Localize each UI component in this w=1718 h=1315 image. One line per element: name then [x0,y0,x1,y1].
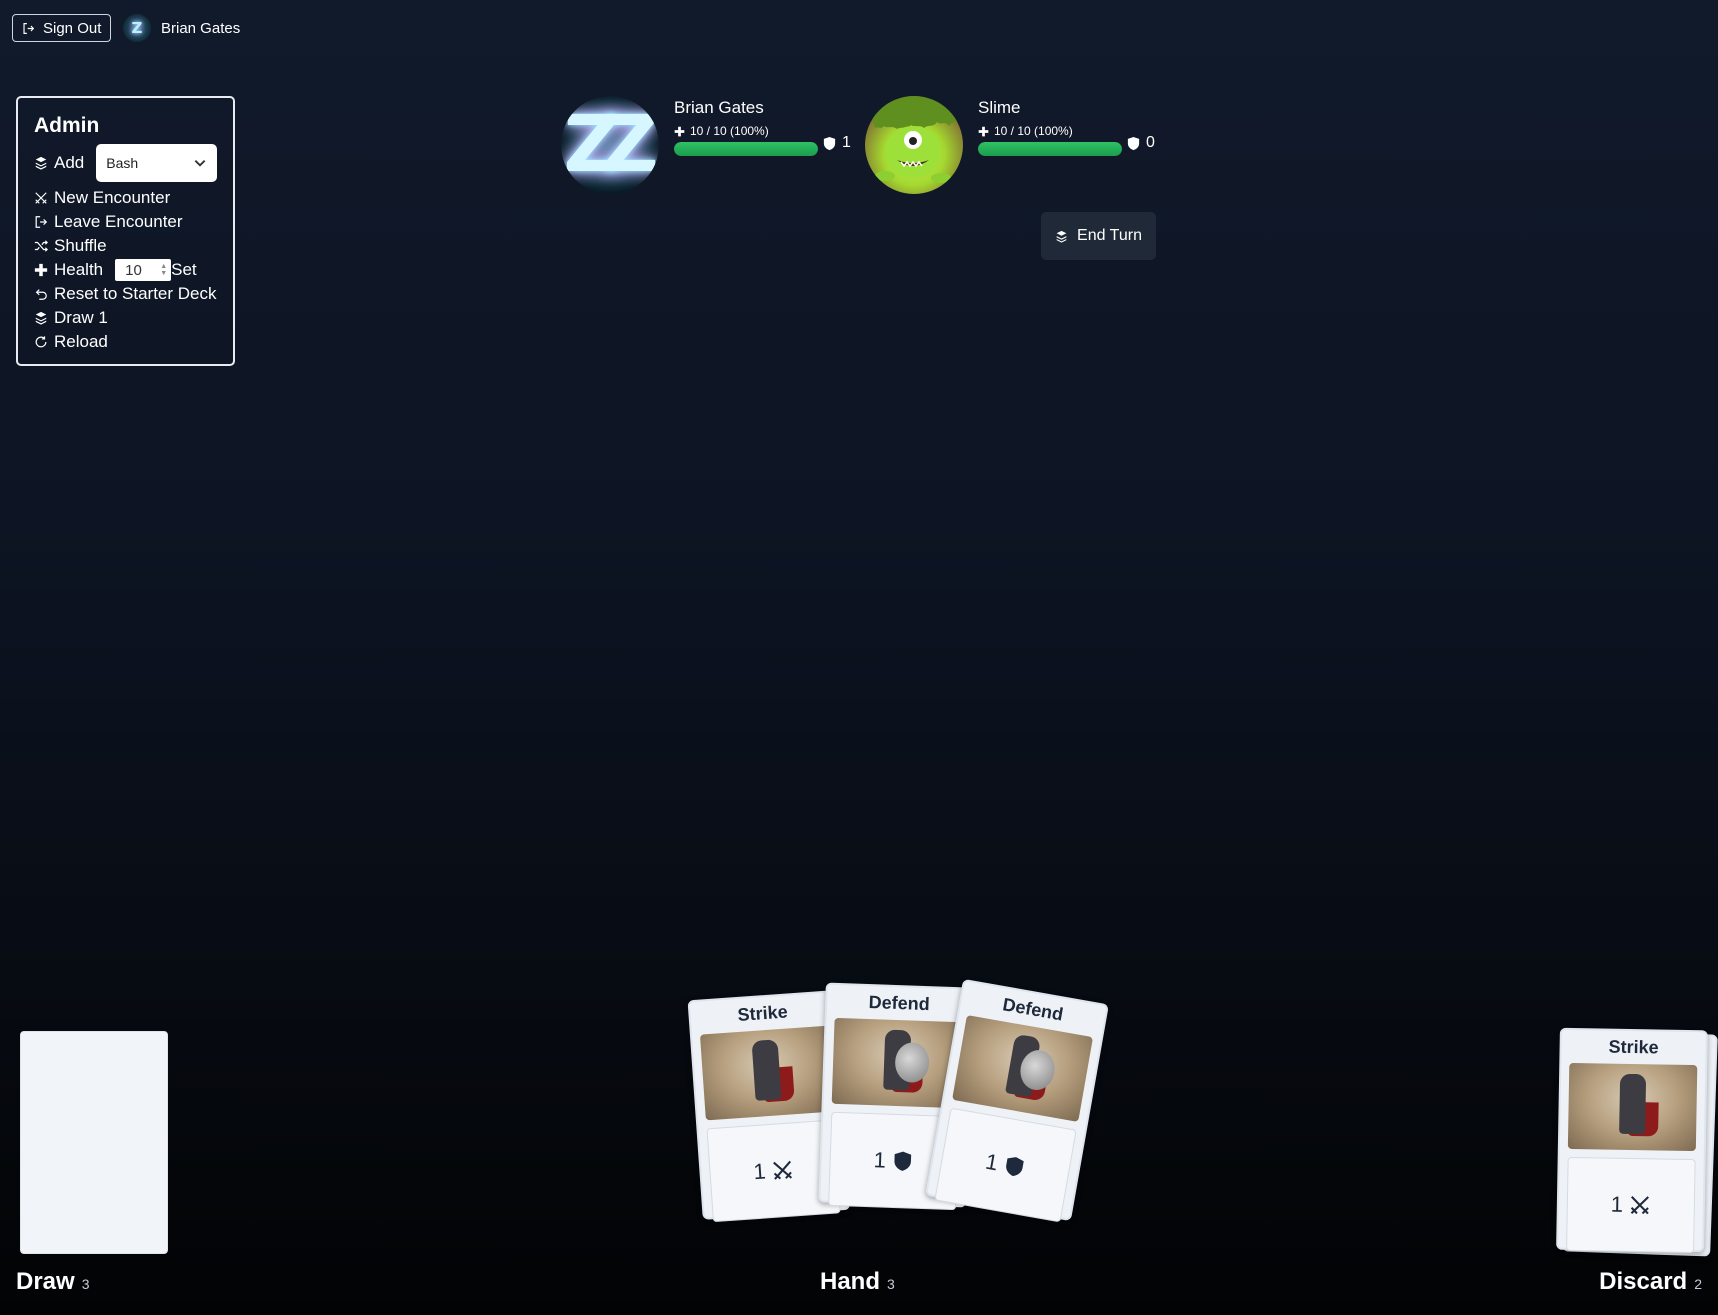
end-turn-button[interactable]: End Turn [1041,212,1156,260]
shield-icon [1127,136,1140,150]
player-block-value: 1 [842,134,851,151]
discard-pile-label: Discard 2 [1599,1268,1702,1296]
user-avatar: Z [123,14,151,42]
reset-deck-button[interactable]: Reset to Starter Deck [34,282,217,306]
card-cost: 1 [1610,1191,1624,1217]
draw-one-label: Draw 1 [54,308,108,327]
card-art [952,1015,1094,1122]
crossed-swords-icon [35,192,47,204]
health-input-value: 10 [125,261,142,279]
sign-out-button[interactable]: Sign Out [12,14,112,42]
admin-title: Admin [34,114,100,137]
user-badge[interactable]: Z Brian Gates [123,14,240,42]
discard-count: 2 [1694,1276,1702,1292]
card-title: Strike [736,1001,789,1025]
discard-pile-top[interactable]: Strike 1 [1556,1027,1708,1254]
leave-encounter-label: Leave Encounter [54,212,183,231]
stack-icon [1056,230,1067,243]
card-effect: 1 [1566,1156,1696,1254]
user-name: Brian Gates [161,19,241,37]
enemy-hp: 10 / 10 (100%) [978,124,1122,138]
card-cost: 1 [873,1147,887,1173]
enemy-health-fill [978,142,1122,156]
hand-label: Hand [820,1268,880,1295]
player-name: Brian Gates [674,98,764,117]
draw-count: 3 [81,1276,90,1292]
stack-icon [35,311,47,325]
end-turn-label: End Turn [1077,227,1142,244]
player-status: Brian Gates 10 / 10 (100%) [674,98,818,156]
draw-one-button[interactable]: Draw 1 [34,306,217,330]
enemy-block-value: 0 [1146,134,1155,151]
crossed-swords-icon [773,1160,793,1180]
shuffle-label: Shuffle [54,236,107,255]
new-encounter-button[interactable]: New Encounter [34,186,217,210]
enemy-block: 0 [1126,134,1155,152]
draw-pile-label: Draw 3 [16,1268,89,1296]
hand-count: 3 [887,1276,895,1292]
card-title: Strike [1608,1036,1659,1058]
undo-icon [35,289,47,300]
leave-encounter-button[interactable]: Leave Encounter [34,210,217,234]
plus-icon [34,263,48,277]
new-encounter-label: New Encounter [54,188,171,207]
card-cost: 1 [983,1148,1001,1176]
enemy-portrait[interactable] [865,96,963,194]
draw-pile[interactable] [20,1031,168,1254]
add-card-row: Add Bash [34,144,217,182]
player-portrait-glyph: ZZ [563,100,658,190]
admin-panel: Admin Add Bash New Encounter Leave Encou… [16,96,235,366]
shield-icon [894,1151,912,1171]
stack-icon [35,156,47,170]
shuffle-button[interactable]: Shuffle [34,234,217,258]
exit-icon [35,216,48,228]
reset-deck-label: Reset to Starter Deck [54,284,217,303]
stepper-arrows-icon[interactable]: ▲ ▼ [160,263,167,277]
slime-icon [865,96,963,183]
card-title: Defend [868,991,931,1015]
draw-label: Draw [16,1268,75,1295]
enemy-status: Slime 10 / 10 (100%) [978,98,1122,156]
chevron-down-icon [194,160,206,167]
player-portrait: ZZ [561,96,659,194]
shield-icon [1006,1157,1024,1177]
plus-icon [978,126,989,136]
card-select[interactable]: Bash [96,144,217,182]
player-health-fill [674,142,818,156]
player-health-bar [674,142,818,156]
shield-icon [823,136,836,150]
enemy-name: Slime [978,98,1021,117]
shuffle-icon [34,240,48,252]
player-hp: 10 / 10 (100%) [674,124,818,138]
set-health-button[interactable]: Set [171,260,197,280]
health-row: Health 10 ▲ ▼ Set [34,258,217,282]
plus-icon [674,126,685,136]
sign-out-label: Sign Out [43,19,102,37]
enemy-health-bar [978,142,1122,156]
reload-button[interactable]: Reload [34,330,217,354]
health-input[interactable]: 10 ▲ ▼ [115,259,172,281]
card-select-value: Bash [106,155,139,171]
add-button[interactable]: Add [54,153,84,173]
crossed-swords-icon [1630,1196,1650,1215]
hand-label-group: Hand 3 [820,1268,895,1296]
reload-label: Reload [54,332,108,351]
card-art [699,1025,834,1121]
sign-out-icon [23,22,35,34]
enemy-hp-text: 10 / 10 (100%) [994,124,1073,138]
card-cost: 1 [752,1158,767,1185]
reload-icon [35,336,47,348]
card-art [1567,1062,1698,1152]
discard-label: Discard [1599,1268,1688,1295]
player-block: 1 [822,134,851,152]
player-hp-text: 10 / 10 (100%) [690,124,769,138]
health-label: Health [54,260,104,279]
